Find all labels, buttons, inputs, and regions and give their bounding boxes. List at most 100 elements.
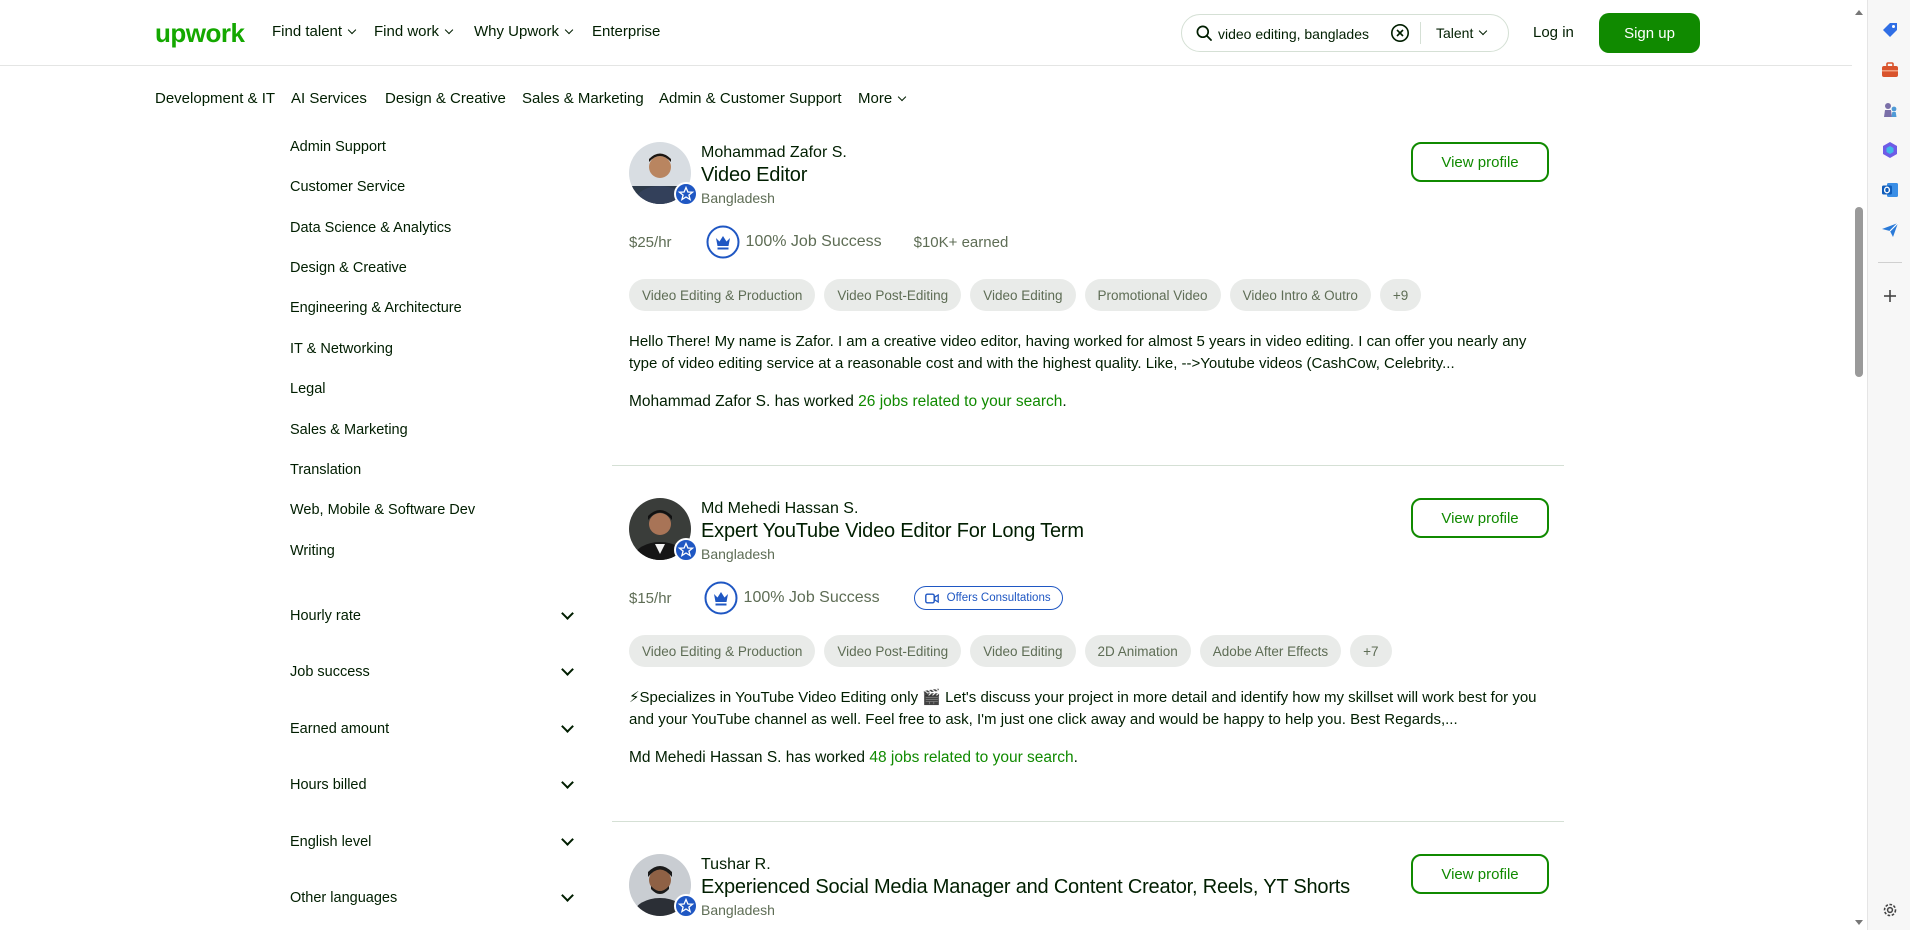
category-design-creative[interactable]: Design & Creative	[385, 90, 506, 107]
filter-hours-billed[interactable]: Hours billed	[290, 774, 576, 796]
filter-label: Other languages	[290, 890, 398, 906]
skill-tag[interactable]: Video Post-Editing	[824, 635, 962, 667]
category-more[interactable]: More	[858, 90, 907, 107]
scrollbar-thumb[interactable]	[1855, 207, 1863, 377]
nav-label: Find talent	[272, 23, 343, 40]
more-skills-tag[interactable]: +7	[1350, 635, 1392, 667]
view-profile-button[interactable]: View profile	[1411, 854, 1549, 894]
related-jobs-prefix: Md Mehedi Hassan S. has worked	[629, 749, 866, 766]
rail-divider	[1878, 262, 1902, 263]
skill-tag[interactable]: Video Editing & Production	[629, 279, 816, 311]
skill-tag[interactable]: Video Editing	[970, 635, 1076, 667]
freelancer-card[interactable]: Mohammad Zafor S. Video Editor Banglades…	[612, 142, 1564, 498]
sidebar-category-web-mobile-software[interactable]: Web, Mobile & Software Dev	[290, 502, 475, 518]
nav-find-work[interactable]: Find work	[374, 23, 454, 40]
nav-label: Find work	[374, 23, 440, 40]
filter-job-success[interactable]: Job success	[290, 661, 576, 683]
browser-sidebar	[1867, 0, 1910, 930]
card-divider	[612, 821, 1564, 822]
skill-tag[interactable]: Video Editing	[970, 279, 1076, 311]
outlook-icon[interactable]	[1880, 180, 1900, 200]
skill-tag[interactable]: Video Intro & Outro	[1229, 279, 1371, 311]
search-icon[interactable]	[1196, 25, 1212, 41]
avatar[interactable]	[629, 142, 698, 206]
freelancer-name[interactable]: Md Mehedi Hassan S.	[701, 500, 858, 518]
filter-other-languages[interactable]: Other languages	[290, 887, 576, 909]
filter-earned-amount[interactable]: Earned amount	[290, 718, 576, 740]
skill-tag[interactable]: Promotional Video	[1084, 279, 1221, 311]
job-success: 100% Job Success	[704, 581, 880, 615]
chevron-down-icon	[561, 776, 574, 789]
related-jobs-text: Md Mehedi Hassan S. has worked 48 jobs r…	[629, 749, 1078, 767]
filter-hourly-rate[interactable]: Hourly rate	[290, 605, 576, 627]
add-icon[interactable]	[1880, 286, 1900, 306]
briefcase-icon[interactable]	[1880, 60, 1900, 80]
signup-button[interactable]: Sign up	[1599, 13, 1700, 53]
job-success-label: 100% Job Success	[743, 589, 880, 606]
filter-label: Job success	[290, 664, 370, 680]
category-development-it[interactable]: Development & IT	[155, 90, 275, 107]
related-jobs-link[interactable]: 48 jobs related to your search	[869, 749, 1073, 766]
scroll-down-arrow-icon[interactable]	[1855, 920, 1863, 925]
sidebar-category-admin-support[interactable]: Admin Support	[290, 139, 386, 155]
related-jobs-link[interactable]: 26 jobs related to your search	[858, 393, 1062, 410]
search-type-select[interactable]: Talent	[1436, 25, 1488, 41]
nav-why-upwork[interactable]: Why Upwork	[474, 23, 574, 40]
freelancer-card[interactable]: Tushar R. Experienced Social Media Manag…	[612, 854, 1564, 930]
nav-enterprise[interactable]: Enterprise	[592, 23, 660, 40]
upwork-logo[interactable]: upwork	[155, 18, 245, 49]
avatar[interactable]	[629, 498, 698, 562]
freelancer-name[interactable]: Tushar R.	[701, 856, 771, 874]
view-profile-button[interactable]: View profile	[1411, 142, 1549, 182]
page-scrollbar[interactable]	[1852, 0, 1867, 930]
skill-tag[interactable]: Adobe After Effects	[1199, 635, 1342, 667]
filter-english-level[interactable]: English level	[290, 831, 576, 853]
earned-amount: $10K+ earned	[913, 233, 1009, 251]
sidebar-category-sales-marketing[interactable]: Sales & Marketing	[290, 422, 408, 438]
tag-icon[interactable]	[1880, 20, 1900, 40]
search-input[interactable]	[1218, 24, 1402, 44]
gear-icon[interactable]	[1880, 900, 1900, 920]
sidebar-category-customer-service[interactable]: Customer Service	[290, 179, 405, 195]
sidebar-category-legal[interactable]: Legal	[290, 381, 325, 397]
more-skills-tag[interactable]: +9	[1379, 279, 1422, 311]
related-jobs-period: .	[1062, 393, 1067, 410]
job-success: 100% Job Success	[706, 225, 882, 259]
view-profile-button[interactable]: View profile	[1411, 498, 1549, 538]
consultations-label: Offers Consultations	[946, 592, 1051, 604]
sidebar-category-engineering[interactable]: Engineering & Architecture	[290, 300, 462, 316]
login-link[interactable]: Log in	[1533, 24, 1574, 41]
avatar[interactable]	[629, 854, 698, 918]
sidebar-category-data-science[interactable]: Data Science & Analytics	[290, 220, 451, 236]
card-divider	[612, 465, 1564, 466]
category-ai-services[interactable]: AI Services	[291, 90, 367, 107]
nav-find-talent[interactable]: Find talent	[272, 23, 357, 40]
clear-search-icon[interactable]	[1390, 23, 1410, 43]
category-admin-customer-support[interactable]: Admin & Customer Support	[659, 90, 842, 107]
filter-label: English level	[290, 834, 372, 850]
sidebar-category-it-networking[interactable]: IT & Networking	[290, 341, 393, 357]
skills-list: Video Editing & Production Video Post-Ed…	[629, 635, 1401, 667]
freelancer-card[interactable]: Md Mehedi Hassan S. Expert YouTube Video…	[612, 498, 1564, 854]
category-sales-marketing[interactable]: Sales & Marketing	[522, 90, 644, 107]
skill-tag[interactable]: Video Post-Editing	[824, 279, 962, 311]
skill-tag[interactable]: 2D Animation	[1084, 635, 1191, 667]
related-jobs-prefix: Mohammad Zafor S. has worked	[629, 393, 854, 410]
job-success-label: 100% Job Success	[745, 233, 882, 250]
chess-icon[interactable]	[1880, 100, 1900, 120]
hourly-rate: $15/hr	[629, 589, 672, 607]
chevron-down-icon	[561, 889, 574, 902]
related-jobs-text: Mohammad Zafor S. has worked 26 jobs rel…	[629, 393, 1067, 411]
skill-tag[interactable]: Video Editing & Production	[629, 635, 816, 667]
freelancer-name[interactable]: Mohammad Zafor S.	[701, 144, 847, 162]
job-success-crown-icon	[706, 225, 740, 259]
sidebar-category-writing[interactable]: Writing	[290, 543, 335, 559]
skills-list: Video Editing & Production Video Post-Ed…	[629, 279, 1430, 311]
sidebar-category-design-creative[interactable]: Design & Creative	[290, 260, 407, 276]
copilot-icon[interactable]	[1880, 140, 1900, 160]
search-divider	[1420, 22, 1421, 44]
scroll-up-arrow-icon[interactable]	[1855, 10, 1863, 15]
send-icon[interactable]	[1880, 220, 1900, 240]
freelancer-country: Bangladesh	[701, 902, 775, 918]
sidebar-category-translation[interactable]: Translation	[290, 462, 361, 478]
